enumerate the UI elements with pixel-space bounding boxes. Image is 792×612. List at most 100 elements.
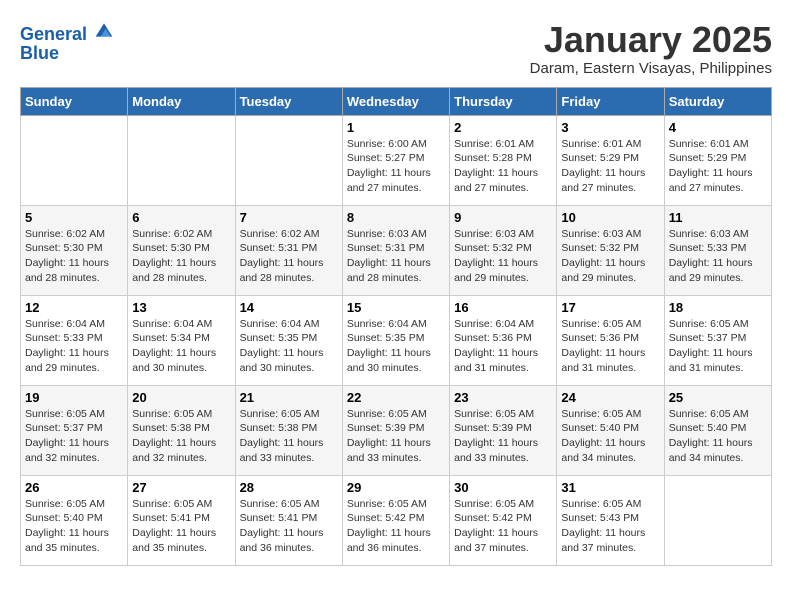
day-number: 26 — [25, 480, 123, 495]
day-info: Sunrise: 6:01 AMSunset: 5:29 PMDaylight:… — [669, 137, 767, 196]
calendar-cell: 20Sunrise: 6:05 AMSunset: 5:38 PMDayligh… — [128, 385, 235, 475]
day-info: Sunrise: 6:05 AMSunset: 5:36 PMDaylight:… — [561, 317, 659, 376]
day-info: Sunrise: 6:03 AMSunset: 5:33 PMDaylight:… — [669, 227, 767, 286]
day-info: Sunrise: 6:05 AMSunset: 5:42 PMDaylight:… — [454, 497, 552, 556]
day-number: 1 — [347, 120, 445, 135]
day-number: 30 — [454, 480, 552, 495]
calendar-cell: 23 Sunrise: 6:05 AMSunset: 5:39 PMDayligh… — [450, 385, 557, 475]
calendar-cell — [21, 115, 128, 205]
day-info: Sunrise: 6:04 AMSunset: 5:34 PMDaylight:… — [132, 317, 230, 376]
calendar-cell — [664, 475, 771, 565]
day-info: Sunrise: 6:04 AMSunset: 5:36 PMDaylight:… — [454, 317, 552, 376]
day-number: 25 — [669, 390, 767, 405]
weekday-header-saturday: Saturday — [664, 87, 771, 115]
calendar-cell: 4 Sunrise: 6:01 AMSunset: 5:29 PMDaylight… — [664, 115, 771, 205]
calendar-cell: 24 Sunrise: 6:05 AMSunset: 5:40 PMDayligh… — [557, 385, 664, 475]
day-number: 7 — [240, 210, 338, 225]
week-row-1: 1Sunrise: 6:00 AMSunset: 5:27 PMDaylight… — [21, 115, 772, 205]
calendar-cell: 26 Sunrise: 6:05 AMSunset: 5:40 PMDayligh… — [21, 475, 128, 565]
weekday-header-wednesday: Wednesday — [342, 87, 449, 115]
day-number: 24 — [561, 390, 659, 405]
logo-text: General — [20, 20, 114, 45]
day-info: Sunrise: 6:05 AMSunset: 5:42 PMDaylight:… — [347, 497, 445, 556]
day-info: Sunrise: 6:05 AMSunset: 5:37 PMDaylight:… — [25, 407, 123, 466]
calendar-cell: 27 Sunrise: 6:05 AMSunset: 5:41 PMDayligh… — [128, 475, 235, 565]
logo-blue: Blue — [20, 43, 114, 64]
calendar-cell — [128, 115, 235, 205]
day-info: Sunrise: 6:05 AMSunset: 5:40 PMDaylight:… — [561, 407, 659, 466]
weekday-header-row: SundayMondayTuesdayWednesdayThursdayFrid… — [21, 87, 772, 115]
day-number: 9 — [454, 210, 552, 225]
calendar-cell: 10Sunrise: 6:03 AMSunset: 5:32 PMDayligh… — [557, 205, 664, 295]
weekday-header-sunday: Sunday — [21, 87, 128, 115]
day-info: Sunrise: 6:04 AMSunset: 5:35 PMDaylight:… — [347, 317, 445, 376]
weekday-header-friday: Friday — [557, 87, 664, 115]
day-info: Sunrise: 6:03 AMSunset: 5:31 PMDaylight:… — [347, 227, 445, 286]
day-info: Sunrise: 6:05 AMSunset: 5:41 PMDaylight:… — [240, 497, 338, 556]
day-number: 20 — [132, 390, 230, 405]
day-info: Sunrise: 6:05 AMSunset: 5:40 PMDaylight:… — [25, 497, 123, 556]
day-number: 12 — [25, 300, 123, 315]
day-number: 17 — [561, 300, 659, 315]
calendar-cell: 11 Sunrise: 6:03 AMSunset: 5:33 PMDayligh… — [664, 205, 771, 295]
calendar-cell: 30 Sunrise: 6:05 AMSunset: 5:42 PMDayligh… — [450, 475, 557, 565]
day-info: Sunrise: 6:05 AMSunset: 5:39 PMDaylight:… — [454, 407, 552, 466]
calendar-cell: 19 Sunrise: 6:05 AMSunset: 5:37 PMDayligh… — [21, 385, 128, 475]
calendar-cell: 8 Sunrise: 6:03 AMSunset: 5:31 PMDaylight… — [342, 205, 449, 295]
day-number: 19 — [25, 390, 123, 405]
calendar-cell: 5 Sunrise: 6:02 AMSunset: 5:30 PMDaylight… — [21, 205, 128, 295]
weekday-header-monday: Monday — [128, 87, 235, 115]
day-number: 11 — [669, 210, 767, 225]
day-number: 4 — [669, 120, 767, 135]
calendar-cell: 29Sunrise: 6:05 AMSunset: 5:42 PMDayligh… — [342, 475, 449, 565]
calendar-cell: 21Sunrise: 6:05 AMSunset: 5:38 PMDayligh… — [235, 385, 342, 475]
calendar-cell: 13 Sunrise: 6:04 AMSunset: 5:34 PMDayligh… — [128, 295, 235, 385]
week-row-2: 5 Sunrise: 6:02 AMSunset: 5:30 PMDaylight… — [21, 205, 772, 295]
day-number: 3 — [561, 120, 659, 135]
day-info: Sunrise: 6:04 AMSunset: 5:35 PMDaylight:… — [240, 317, 338, 376]
calendar-cell: 18Sunrise: 6:05 AMSunset: 5:37 PMDayligh… — [664, 295, 771, 385]
day-number: 31 — [561, 480, 659, 495]
day-info: Sunrise: 6:03 AMSunset: 5:32 PMDaylight:… — [454, 227, 552, 286]
day-number: 8 — [347, 210, 445, 225]
week-row-5: 26 Sunrise: 6:05 AMSunset: 5:40 PMDayligh… — [21, 475, 772, 565]
day-number: 13 — [132, 300, 230, 315]
day-number: 27 — [132, 480, 230, 495]
day-number: 5 — [25, 210, 123, 225]
day-info: Sunrise: 6:01 AMSunset: 5:28 PMDaylight:… — [454, 137, 552, 196]
day-number: 28 — [240, 480, 338, 495]
day-info: Sunrise: 6:03 AMSunset: 5:32 PMDaylight:… — [561, 227, 659, 286]
calendar-cell: 31 Sunrise: 6:05 AMSunset: 5:43 PMDayligh… — [557, 475, 664, 565]
weekday-header-thursday: Thursday — [450, 87, 557, 115]
calendar-cell: 22Sunrise: 6:05 AMSunset: 5:39 PMDayligh… — [342, 385, 449, 475]
day-info: Sunrise: 6:04 AMSunset: 5:33 PMDaylight:… — [25, 317, 123, 376]
day-info: Sunrise: 6:05 AMSunset: 5:43 PMDaylight:… — [561, 497, 659, 556]
logo-general: General — [20, 24, 87, 44]
day-info: Sunrise: 6:02 AMSunset: 5:30 PMDaylight:… — [25, 227, 123, 286]
calendar-cell: 1Sunrise: 6:00 AMSunset: 5:27 PMDaylight… — [342, 115, 449, 205]
calendar-cell: 2 Sunrise: 6:01 AMSunset: 5:28 PMDaylight… — [450, 115, 557, 205]
day-number: 18 — [669, 300, 767, 315]
day-info: Sunrise: 6:01 AMSunset: 5:29 PMDaylight:… — [561, 137, 659, 196]
calendar-cell: 25Sunrise: 6:05 AMSunset: 5:40 PMDayligh… — [664, 385, 771, 475]
day-number: 23 — [454, 390, 552, 405]
week-row-4: 19 Sunrise: 6:05 AMSunset: 5:37 PMDayligh… — [21, 385, 772, 475]
logo-icon — [94, 20, 114, 40]
day-number: 15 — [347, 300, 445, 315]
day-number: 2 — [454, 120, 552, 135]
calendar-cell: 3 Sunrise: 6:01 AMSunset: 5:29 PMDaylight… — [557, 115, 664, 205]
day-info: Sunrise: 6:02 AMSunset: 5:30 PMDaylight:… — [132, 227, 230, 286]
calendar-cell: 7 Sunrise: 6:02 AMSunset: 5:31 PMDaylight… — [235, 205, 342, 295]
day-info: Sunrise: 6:05 AMSunset: 5:39 PMDaylight:… — [347, 407, 445, 466]
calendar-table: SundayMondayTuesdayWednesdayThursdayFrid… — [20, 87, 772, 566]
day-number: 16 — [454, 300, 552, 315]
calendar-cell: 15 Sunrise: 6:04 AMSunset: 5:35 PMDayligh… — [342, 295, 449, 385]
weekday-header-tuesday: Tuesday — [235, 87, 342, 115]
day-info: Sunrise: 6:02 AMSunset: 5:31 PMDaylight:… — [240, 227, 338, 286]
week-row-3: 12 Sunrise: 6:04 AMSunset: 5:33 PMDayligh… — [21, 295, 772, 385]
day-info: Sunrise: 6:05 AMSunset: 5:41 PMDaylight:… — [132, 497, 230, 556]
day-info: Sunrise: 6:05 AMSunset: 5:38 PMDaylight:… — [240, 407, 338, 466]
calendar-cell — [235, 115, 342, 205]
calendar-cell: 28 Sunrise: 6:05 AMSunset: 5:41 PMDayligh… — [235, 475, 342, 565]
location: Daram, Eastern Visayas, Philippines — [530, 60, 772, 77]
